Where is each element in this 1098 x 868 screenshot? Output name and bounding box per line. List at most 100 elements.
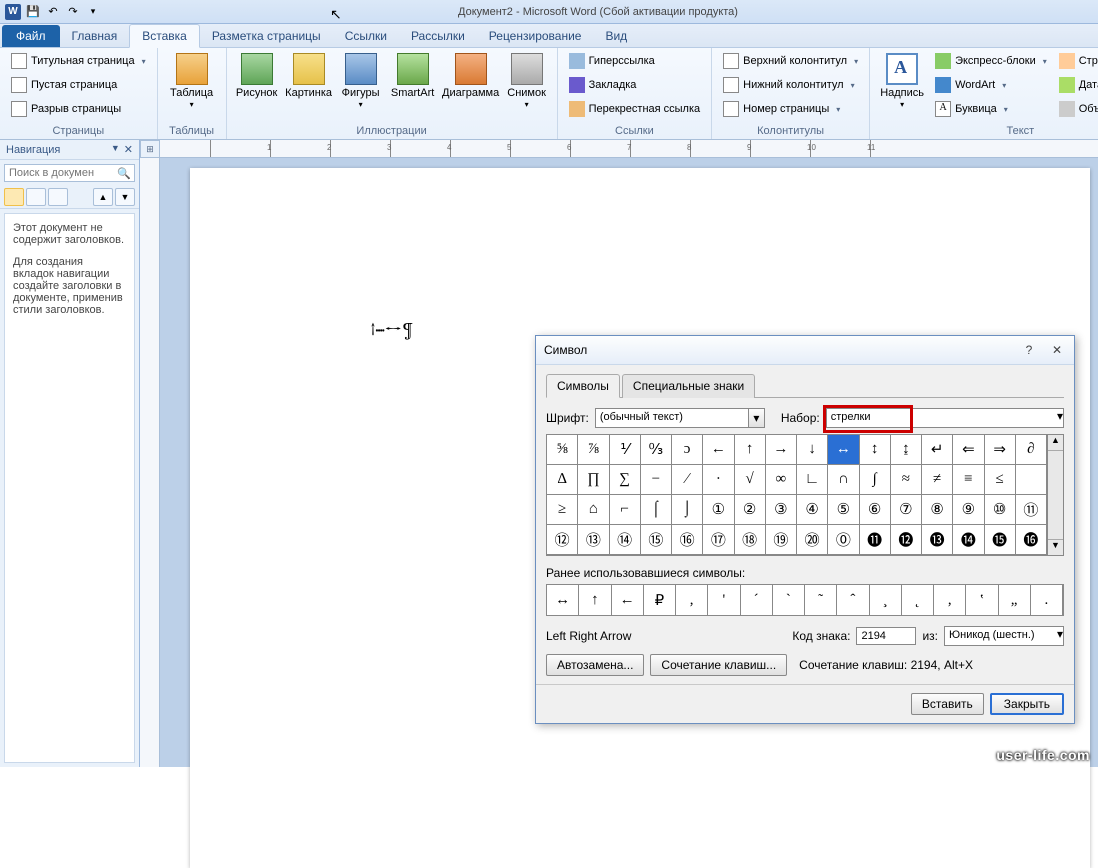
recent-symbol-cell[interactable]: „ <box>999 585 1031 615</box>
subset-dropdown-icon[interactable]: ▾ <box>1057 409 1063 427</box>
symbol-cell[interactable]: ⓯ <box>985 525 1016 555</box>
recent-symbol-cell[interactable]: ₽ <box>644 585 676 615</box>
clipart-button[interactable]: Картинка <box>283 50 335 113</box>
tab-references[interactable]: Ссылки <box>333 25 399 47</box>
recent-symbol-cell[interactable]: ¸ <box>870 585 902 615</box>
dialog-close-icon[interactable]: ✕ <box>1048 342 1066 358</box>
symbol-cell[interactable]: ⑲ <box>766 525 797 555</box>
symbol-cell[interactable]: ⓮ <box>953 525 984 555</box>
footer-button[interactable]: Нижний колонтитул <box>718 74 863 96</box>
picture-button[interactable]: Рисунок <box>233 50 281 113</box>
symbol-cell[interactable]: ∙ <box>703 465 734 495</box>
symbol-cell[interactable]: ∑ <box>610 465 641 495</box>
symbol-cell[interactable]: ⑳ <box>797 525 828 555</box>
close-button[interactable]: Закрыть <box>990 693 1064 715</box>
symbol-cell[interactable]: ⑫ <box>547 525 578 555</box>
nav-close-icon[interactable]: ✕ <box>124 143 133 156</box>
symbol-cell[interactable]: ⓬ <box>891 525 922 555</box>
symbol-cell[interactable]: ⌂ <box>578 495 609 525</box>
wordart-button[interactable]: WordArt <box>930 74 1052 96</box>
autocorrect-button[interactable]: Автозамена... <box>546 654 644 676</box>
symbol-cell[interactable]: ⓫ <box>860 525 891 555</box>
symbol-cell[interactable]: ⌡ <box>672 495 703 525</box>
symbol-cell[interactable]: ⅞ <box>578 435 609 465</box>
nav-view-results[interactable] <box>48 188 68 206</box>
table-button[interactable]: Таблица▾ <box>164 50 220 113</box>
qat-customize-icon[interactable]: ▾ <box>84 3 102 21</box>
symbol-cell[interactable]: ≤ <box>985 465 1016 495</box>
symbol-cell[interactable]: ⑮ <box>641 525 672 555</box>
symbol-cell[interactable]: ⌐ <box>610 495 641 525</box>
symbol-cell[interactable]: → <box>766 435 797 465</box>
blank-page-button[interactable]: Пустая страница <box>6 74 151 96</box>
tab-symbols[interactable]: Символы <box>546 374 620 398</box>
symbol-cell[interactable]: ⓰ <box>1016 525 1047 555</box>
symbol-cell[interactable]: ⑯ <box>672 525 703 555</box>
symbol-cell[interactable]: √ <box>735 465 766 495</box>
recent-symbol-cell[interactable]: ← <box>612 585 644 615</box>
from-dropdown-icon[interactable]: ▾ <box>1057 627 1063 645</box>
symbol-cell[interactable]: ∞ <box>766 465 797 495</box>
nav-search-input[interactable] <box>5 165 114 181</box>
symbol-cell[interactable]: ⑤ <box>828 495 859 525</box>
dropcap-button[interactable]: AБуквица <box>930 98 1052 120</box>
tab-file[interactable]: Файл <box>2 25 60 47</box>
symbol-cell[interactable]: ④ <box>797 495 828 525</box>
tab-review[interactable]: Рецензирование <box>477 25 594 47</box>
grid-scroll-down[interactable]: ▼ <box>1048 539 1063 555</box>
chart-button[interactable]: Диаграмма <box>441 50 501 113</box>
font-select[interactable]: (обычный текст) ▾ <box>595 408 765 428</box>
hyperlink-button[interactable]: Гиперссылка <box>564 50 706 72</box>
tab-home[interactable]: Главная <box>60 25 130 47</box>
symbol-cell[interactable]: ∂ <box>1016 435 1047 465</box>
textbox-button[interactable]: Надпись▾ <box>876 50 928 120</box>
symbol-cell[interactable]: ⅝ <box>547 435 578 465</box>
symbol-cell[interactable]: ⑰ <box>703 525 734 555</box>
symbol-cell[interactable]: ↉ <box>641 435 672 465</box>
symbol-cell[interactable]: ⑦ <box>891 495 922 525</box>
recent-symbol-cell[interactable]: ˜ <box>805 585 837 615</box>
redo-icon[interactable]: ↷ <box>64 3 82 21</box>
recent-symbol-cell[interactable]: ´ <box>741 585 773 615</box>
recent-symbol-cell[interactable]: ‛ <box>966 585 998 615</box>
save-icon[interactable]: 💾 <box>24 3 42 21</box>
symbol-cell[interactable]: ∆ <box>547 465 578 495</box>
screenshot-button[interactable]: Снимок▾ <box>503 50 551 113</box>
symbol-cell[interactable]: ⅟ <box>610 435 641 465</box>
nav-view-prev[interactable]: ▲ <box>93 188 113 206</box>
quickparts-button[interactable]: Экспресс-блоки <box>930 50 1052 72</box>
nav-view-headings[interactable] <box>4 188 24 206</box>
symbol-cell[interactable]: ⑧ <box>922 495 953 525</box>
pagenumber-button[interactable]: Номер страницы <box>718 98 863 120</box>
symbol-cell[interactable]: ⇐ <box>953 435 984 465</box>
symbol-cell[interactable]: ≈ <box>891 465 922 495</box>
datetime-button[interactable]: Дата и время <box>1054 74 1098 96</box>
symbol-cell[interactable]: ↵ <box>922 435 953 465</box>
from-select[interactable]: Юникод (шестн.) ▾ <box>944 626 1064 646</box>
symbol-cell[interactable]: ⑭ <box>610 525 641 555</box>
symbol-cell[interactable]: ⓪ <box>828 525 859 555</box>
undo-icon[interactable]: ↶ <box>44 3 62 21</box>
recent-symbol-cell[interactable]: ‚ <box>934 585 966 615</box>
grid-scrollbar[interactable] <box>1048 451 1063 539</box>
word-app-icon[interactable]: W <box>4 3 22 21</box>
symbol-cell[interactable]: ⌠ <box>641 495 672 525</box>
symbol-cell[interactable]: ③ <box>766 495 797 525</box>
symbol-cell[interactable]: ⑨ <box>953 495 984 525</box>
symbol-cell[interactable]: ∟ <box>797 465 828 495</box>
symbol-cell[interactable]: ≡ <box>953 465 984 495</box>
shortcut-key-button[interactable]: Сочетание клавиш... <box>650 654 787 676</box>
symbol-cell[interactable]: ≥ <box>547 495 578 525</box>
recent-symbol-cell[interactable]: ˛ <box>902 585 934 615</box>
recent-symbol-cell[interactable]: , <box>676 585 708 615</box>
insert-button[interactable]: Вставить <box>911 693 984 715</box>
symbol-cell[interactable]: ⑱ <box>735 525 766 555</box>
symbol-cell[interactable] <box>1016 465 1047 495</box>
symbol-cell[interactable]: − <box>641 465 672 495</box>
symbol-cell[interactable]: ② <box>735 495 766 525</box>
horizontal-ruler[interactable]: 1234567891011 <box>160 140 1098 158</box>
symbol-cell[interactable]: ⑪ <box>1016 495 1047 525</box>
page-break-button[interactable]: Разрыв страницы <box>6 98 151 120</box>
nav-dropdown-icon[interactable]: ▼ <box>111 143 120 156</box>
dialog-help-icon[interactable]: ? <box>1020 342 1038 358</box>
